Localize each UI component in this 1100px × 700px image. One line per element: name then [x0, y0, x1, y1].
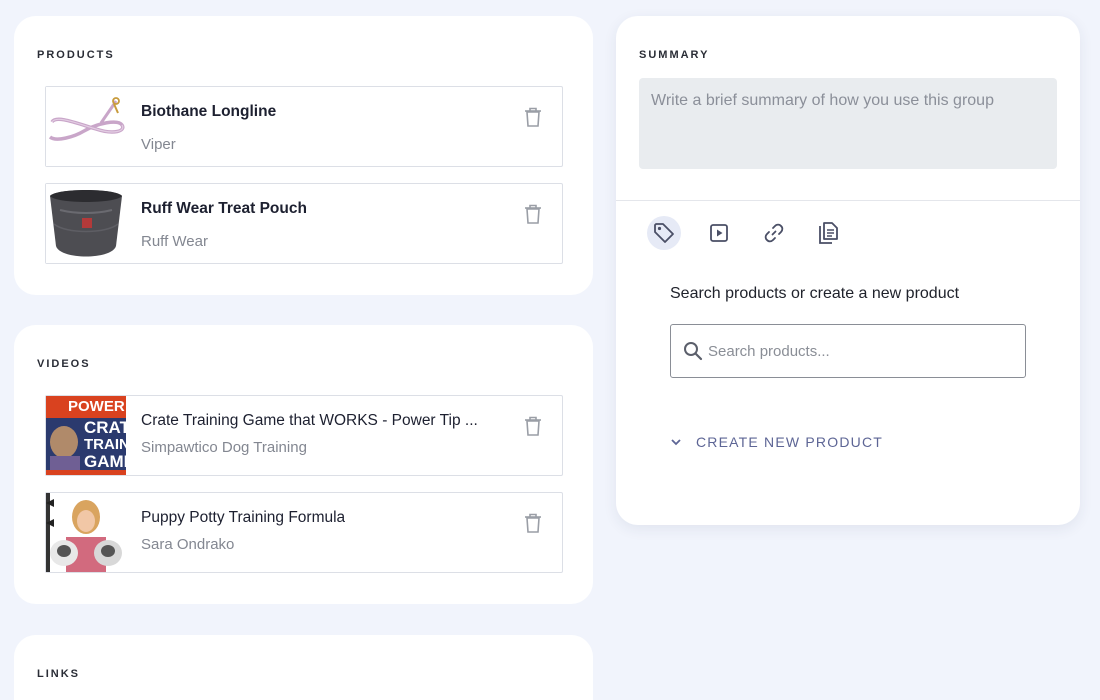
video-thumbnail-crate: POWER TIP CRATE TRAINI GAME — [46, 396, 126, 475]
delete-video-button[interactable] — [524, 513, 542, 533]
video-title: Puppy Potty Training Formula — [141, 509, 346, 526]
videos-heading: VIDEOS — [37, 358, 91, 370]
trash-icon — [525, 204, 541, 224]
thumb-line-2: CRATE — [84, 418, 126, 437]
thumb-line-3: TRAINI — [84, 436, 126, 453]
tag-icon — [654, 223, 674, 243]
product-name: Biothane Longline — [141, 103, 277, 120]
summary-textarea[interactable] — [639, 78, 1057, 169]
video-thumbnail-potty — [46, 493, 126, 572]
product-thumbnail-pouch — [46, 184, 126, 263]
product-brand: Viper — [141, 136, 176, 153]
videos-card: VIDEOS POWER TIP CRATE TRAINI GAME Crate… — [14, 325, 593, 604]
documents-tool-button[interactable] — [811, 216, 845, 250]
delete-product-button[interactable] — [524, 107, 542, 127]
search-input[interactable] — [708, 325, 1008, 377]
delete-product-button[interactable] — [524, 204, 542, 224]
product-name: Ruff Wear Treat Pouch — [141, 200, 307, 217]
thumb-line-1: POWER TIP — [68, 398, 126, 415]
product-item[interactable]: Biothane Longline Viper — [45, 86, 563, 167]
video-title: Crate Training Game that WORKS - Power T… — [141, 412, 478, 429]
create-new-product-label: CREATE NEW PRODUCT — [696, 434, 884, 450]
videos-tool-button[interactable] — [702, 216, 736, 250]
products-tool-button[interactable] — [647, 216, 681, 250]
search-label: Search products or create a new product — [670, 285, 960, 302]
product-thumbnail-leash — [46, 87, 126, 166]
product-brand: Ruff Wear — [141, 233, 208, 250]
search-icon — [684, 342, 703, 361]
video-item[interactable]: Puppy Potty Training Formula Sara Ondrak… — [45, 492, 563, 573]
trash-icon — [525, 416, 541, 436]
links-heading: LINKS — [37, 668, 80, 680]
product-item[interactable]: Ruff Wear Treat Pouch Ruff Wear — [45, 183, 563, 264]
link-icon — [764, 223, 784, 243]
video-channel: Sara Ondrako — [141, 536, 235, 553]
search-field[interactable] — [670, 324, 1026, 378]
video-icon — [710, 224, 728, 242]
summary-card: SUMMARY Search products or create a new … — [616, 16, 1080, 525]
links-card: LINKS — [14, 635, 593, 700]
links-tool-button[interactable] — [757, 216, 791, 250]
video-item[interactable]: POWER TIP CRATE TRAINI GAME Crate Traini… — [45, 395, 563, 476]
chevron-down-icon — [671, 439, 681, 446]
document-icon — [819, 222, 838, 244]
delete-video-button[interactable] — [524, 416, 542, 436]
products-heading: PRODUCTS — [37, 49, 115, 61]
divider — [616, 200, 1080, 201]
thumb-line-4: GAME — [84, 452, 126, 471]
products-card: PRODUCTS Biothane Longline Viper Ruff We… — [14, 16, 593, 295]
create-new-product-button[interactable]: CREATE NEW PRODUCT — [670, 434, 883, 450]
trash-icon — [525, 107, 541, 127]
trash-icon — [525, 513, 541, 533]
summary-heading: SUMMARY — [639, 49, 710, 61]
video-channel: Simpawtico Dog Training — [141, 439, 307, 456]
